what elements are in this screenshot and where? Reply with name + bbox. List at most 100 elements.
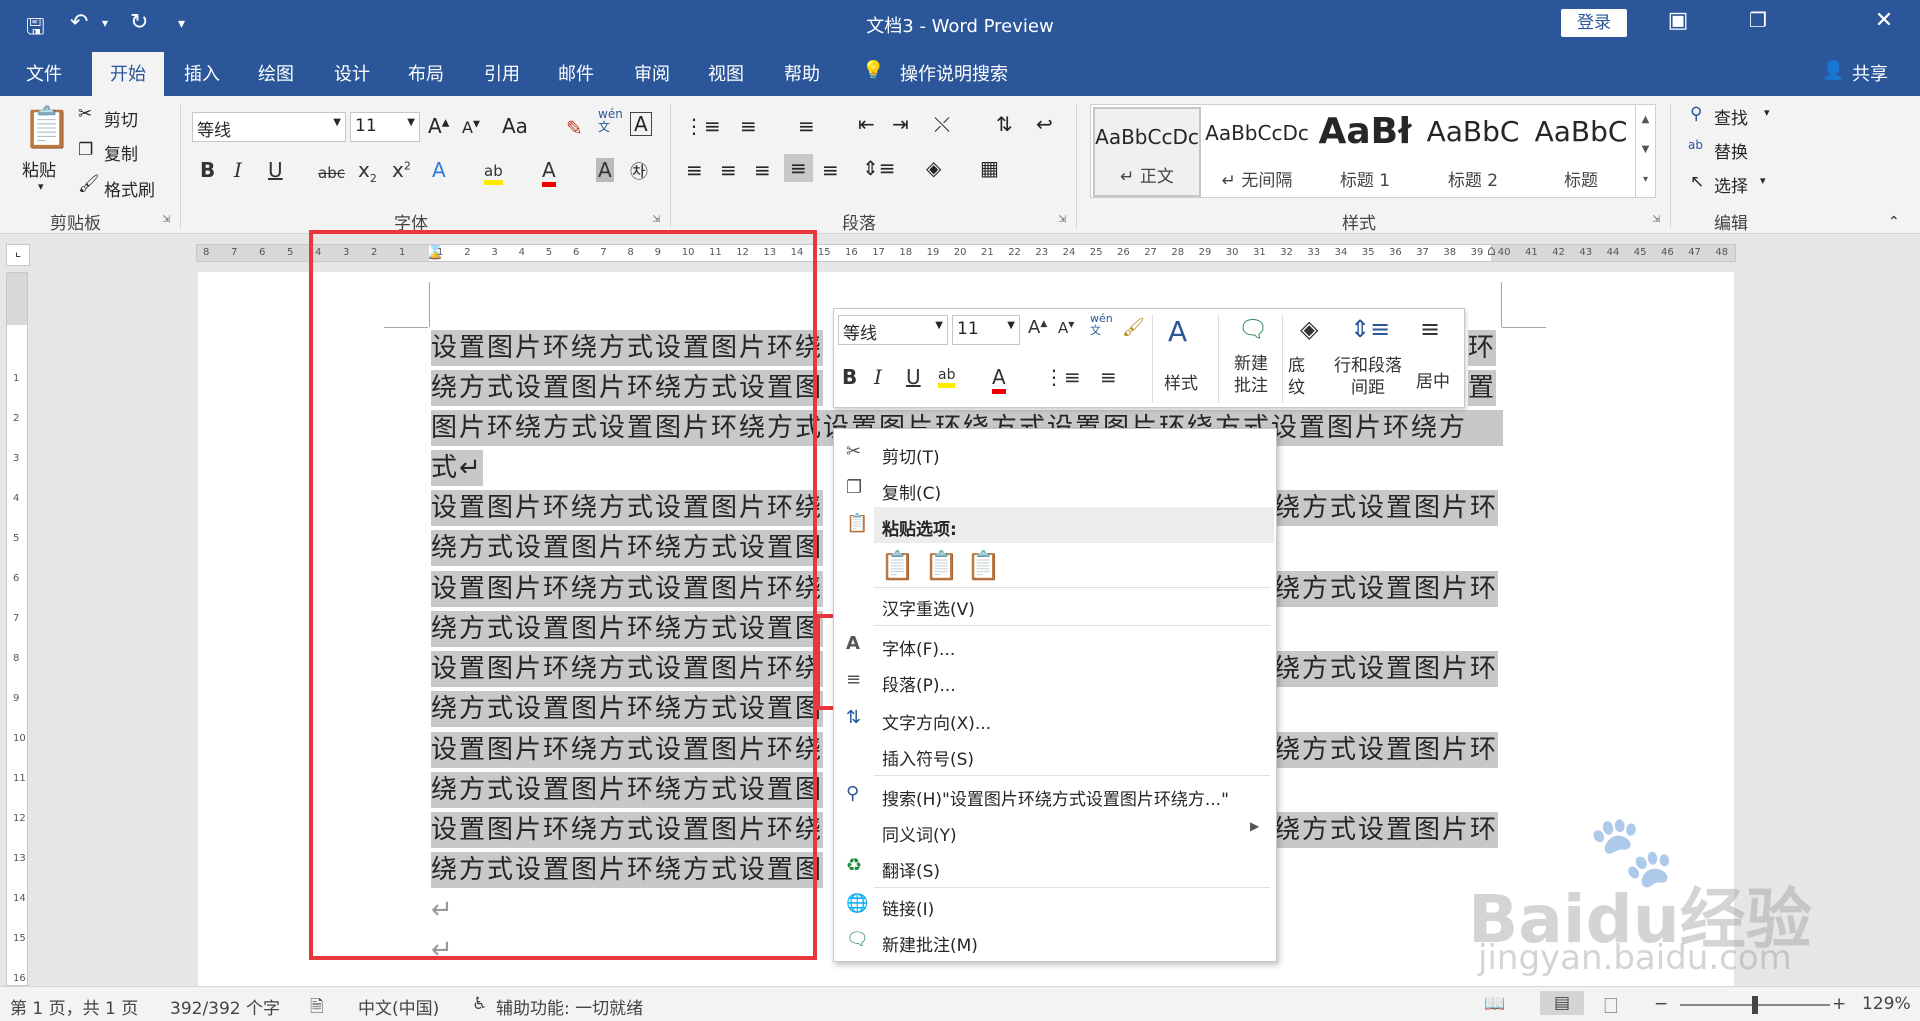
align-left-icon[interactable]: ≡ [686,158,703,182]
accessibility-status[interactable]: 辅助功能: 一切就绪 [496,994,643,1019]
style-heading-1[interactable]: AaBł 标题 1 [1311,105,1419,199]
bold-icon[interactable]: B [200,158,215,182]
superscript-icon[interactable]: x2 [392,158,411,182]
font-color-icon[interactable]: A [992,365,1006,394]
zoom-in-icon[interactable]: + [1832,994,1846,1014]
proofing-icon[interactable]: 🗎 [310,994,324,1021]
menu-item-insert-symbol[interactable]: 插入符号(S) [882,745,974,770]
doc-line-tail[interactable]: 绕方式设置图片环 [1274,812,1499,848]
menu-item-search[interactable]: 搜索(H)"设置图片环绕方式设置图片环绕方..." [882,785,1229,810]
styles-scroll[interactable]: ▲ ▼ ▾ [1635,105,1655,197]
tab-view[interactable]: 视图 [708,60,744,86]
print-layout-icon[interactable]: ▤ [1540,991,1585,1015]
char-shading-icon[interactable]: A [596,158,614,182]
text-effects-icon[interactable]: A [432,158,446,182]
increase-indent-icon[interactable]: ⇥ [892,112,909,136]
asian-layout-icon[interactable]: ⤬ [934,112,950,136]
paragraph-launcher-icon[interactable]: ⇲ [1058,214,1066,225]
tab-layout[interactable]: 布局 [408,60,444,86]
doc-line-tail[interactable]: 绕方式设置图片环 [1274,651,1499,687]
shading-icon[interactable]: ◈ [1300,315,1318,343]
font-color-icon[interactable]: A [542,158,556,187]
chevron-down-icon[interactable]: ▾ [1764,106,1770,119]
tab-references[interactable]: 引用 [484,60,520,86]
show-marks-icon[interactable]: ↩ [1036,112,1053,136]
doc-line-tail[interactable]: 绕方式设置图片环 [1274,490,1499,526]
highlight-color-icon[interactable]: ab [938,367,956,388]
sort-icon[interactable]: ⇅ [996,112,1013,136]
page-count[interactable]: 第 1 页，共 1 页 [10,994,138,1019]
clear-format-icon[interactable]: ✎ [566,116,583,140]
justify-icon[interactable]: ≡ [784,154,813,182]
tell-me-search[interactable]: 操作说明搜索 [900,60,1008,86]
word-count[interactable]: 392/392 个字 [170,994,280,1019]
tab-home[interactable]: 开始 [92,52,164,96]
new-comment-icon[interactable]: 🗨 [1238,315,1268,343]
read-mode-icon[interactable]: 📖 [1484,994,1505,1014]
decrease-indent-icon[interactable]: ⇤ [858,112,875,136]
character-border-icon[interactable]: A [630,112,652,136]
doc-line-tail[interactable]: 置 [1468,370,1497,406]
italic-icon[interactable]: I [874,365,882,389]
bold-icon[interactable]: B [842,365,857,389]
language[interactable]: 中文(中国) [358,994,439,1019]
clipboard-launcher-icon[interactable]: ⇲ [162,214,170,225]
ribbon-display-icon[interactable]: ▣ [1658,8,1698,33]
styles-icon[interactable]: A [1168,315,1187,348]
paste-button[interactable]: 粘贴 [22,156,56,181]
tab-insert[interactable]: 插入 [184,60,220,86]
doc-line-tail[interactable]: 绕方式设置图片环 [1274,732,1499,768]
format-painter-button[interactable]: 格式刷 [104,176,155,201]
underline-icon[interactable]: U [906,365,921,389]
mini-line-spacing-button[interactable]: 行和段落 间距 [1334,355,1402,399]
find-button[interactable]: 查找 [1714,104,1748,129]
style-no-spacing[interactable]: AaBbCcDc ↵ 无间隔 [1203,105,1311,199]
select-button[interactable]: 选择 [1714,172,1748,197]
login-button[interactable]: 登录 [1561,9,1627,37]
grow-font-icon[interactable]: A▲ [1028,317,1047,338]
borders-icon[interactable]: ▦ [980,156,999,180]
mini-font-size-dropdown[interactable]: 11 ▼ [952,315,1020,345]
highlight-color-icon[interactable]: ab [484,162,503,185]
distributed-icon[interactable]: ≡ [822,158,839,182]
subscript-icon[interactable]: x2 [358,158,377,185]
multilevel-list-icon[interactable]: ≡ [798,114,815,138]
mini-shading-button[interactable]: 底 纹 [1288,355,1305,399]
replace-button[interactable]: 替换 [1714,138,1748,163]
menu-item-reconversion[interactable]: 汉字重选(V) [882,595,975,620]
enclose-char-icon[interactable]: ㉷ [630,158,648,184]
bullets-icon[interactable]: ⋮≡ [684,114,721,138]
tab-review[interactable]: 审阅 [634,60,670,86]
cut-button[interactable]: 剪切 [104,106,138,131]
line-spacing-icon[interactable]: ⇕≡ [862,156,896,180]
menu-item-translate[interactable]: 翻译(S) [882,857,940,882]
tab-draw[interactable]: 绘图 [258,60,294,86]
zoom-level[interactable]: 129% [1862,994,1911,1014]
format-painter-icon[interactable]: 🖌 [1122,317,1145,338]
share-button[interactable]: 共享 [1852,60,1888,86]
menu-item-paragraph[interactable]: 段落(P)... [882,671,956,696]
tab-selector-icon[interactable]: ⌞ [6,244,30,266]
menu-item-cut[interactable]: 剪切(T) [882,443,940,468]
strikethrough-icon[interactable]: abc [318,164,345,182]
right-indent-marker-icon[interactable]: ⌂ [1487,245,1496,259]
style-title[interactable]: AaBbC 标题 [1527,105,1635,199]
menu-item-link[interactable]: 链接(I) [882,895,934,920]
tab-mailings[interactable]: 邮件 [558,60,594,86]
phonetic-guide-icon[interactable]: wén 文 [1090,313,1113,337]
mini-new-comment-button[interactable]: 新建 批注 [1234,353,1268,397]
chevron-down-icon[interactable]: ▾ [1760,174,1766,187]
style-heading-2[interactable]: AaBbC 标题 2 [1419,105,1527,199]
paste-icon[interactable]: 📋 [22,104,72,151]
paste-merge-icon[interactable]: 📋 [924,549,959,582]
menu-item-font[interactable]: 字体(F)... [882,635,955,660]
collapse-ribbon-icon[interactable]: ⌃ [1888,214,1900,230]
font-size-dropdown[interactable]: 11 ▼ [350,112,420,142]
doc-line-tail[interactable]: 环 [1468,330,1497,366]
menu-item-copy[interactable]: 复制(C) [882,479,941,504]
mini-styles-button[interactable]: 样式 [1164,369,1198,394]
doc-line-tail[interactable]: 绕方式设置图片环 [1274,571,1499,607]
menu-item-text-direction[interactable]: 文字方向(X)... [882,709,991,734]
numbering-icon[interactable]: ≡ [740,114,757,138]
mini-font-name-dropdown[interactable]: 等线 ▼ [838,315,948,345]
